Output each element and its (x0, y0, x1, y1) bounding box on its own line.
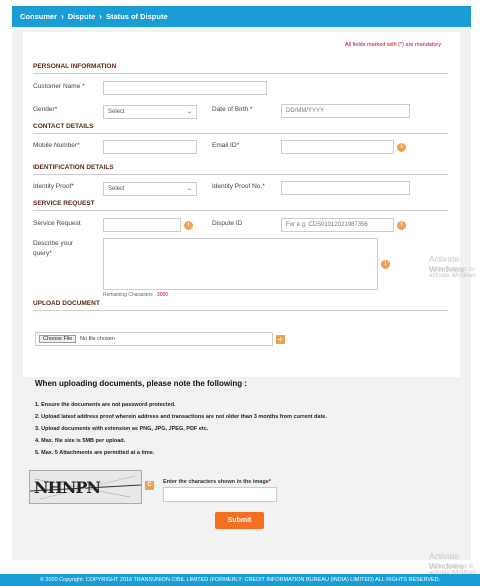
note-item: 5. Max. 5 Attachments are permitted at a… (35, 450, 155, 456)
chevron-down-icon: ⌄ (186, 186, 192, 192)
describe-query-textarea[interactable] (103, 238, 378, 290)
customer-name-label: Customer Name * (33, 83, 85, 90)
mobile-input[interactable] (103, 140, 197, 154)
file-status: No file chosen (80, 336, 115, 342)
captcha-label: Enter the characters shown in the image* (163, 479, 271, 485)
identity-proof-label: Identity Proof* (33, 183, 74, 190)
breadcrumb-consumer[interactable]: Consumer (20, 12, 57, 21)
email-input[interactable] (281, 140, 394, 154)
choose-file-button[interactable]: Choose File (39, 335, 77, 343)
dispute-id-label: Dispute ID (212, 220, 243, 227)
footer-copyright: © 2020 Copyright: COPYRIGHT 2016 TRANSUN… (0, 574, 480, 586)
dob-input[interactable]: DD/MM/YYYY (281, 104, 410, 118)
service-request-label: Service Request (33, 220, 81, 227)
upload-notes-heading: When uploading documents, please note th… (35, 379, 247, 388)
info-icon[interactable]: i (184, 221, 193, 230)
note-item: 4. Max. file size is 5MB per upload. (35, 438, 126, 444)
note-item: 3. Upload documents with extension as PN… (35, 426, 209, 432)
identity-proof-no-input[interactable] (281, 181, 410, 195)
remaining-characters: Remaining Characters : 3000 (103, 292, 169, 298)
gender-label: Gender* (33, 106, 58, 113)
breadcrumb: Consumer › Dispute › Status of Dispute (12, 6, 471, 27)
breadcrumb-dispute[interactable]: Dispute (68, 12, 96, 21)
identity-proof-no-label: Identity Proof No.* (212, 183, 265, 190)
service-request-input[interactable] (103, 218, 181, 232)
identity-proof-select[interactable]: Select ⌄ (103, 182, 197, 196)
chevron-down-icon: ⌄ (186, 109, 192, 115)
dob-label: Date of Birth * (212, 106, 253, 113)
note-item: 2. Upload latest address proof wherein a… (35, 414, 327, 420)
describe-query-label: Describe your query* (33, 240, 74, 257)
captcha-input[interactable] (163, 487, 277, 502)
info-icon[interactable]: i (397, 143, 406, 152)
email-label: Email ID* (212, 142, 240, 149)
breadcrumb-status: Status of Dispute (105, 12, 168, 21)
section-upload-document: UPLOAD DOCUMENT (33, 300, 448, 311)
submit-button[interactable]: Submit (215, 512, 264, 529)
mandatory-note: All fields marked with (*) are mandatory (345, 42, 441, 48)
refresh-captcha-icon[interactable]: C (145, 481, 154, 490)
chevron-right-icon: › (99, 12, 102, 21)
note-item: 1. Ensure the documents are not password… (35, 402, 176, 408)
file-input[interactable]: Choose File No file chosen (35, 332, 273, 346)
section-service-request: SERVICE REQUEST (33, 200, 448, 211)
activate-windows-sub: Go to Settings to activate Windows. (429, 267, 478, 279)
section-personal-information: PERSONAL INFORMATION (33, 63, 448, 74)
captcha-image: NHNPN (29, 470, 142, 504)
chevron-right-icon: › (61, 12, 64, 21)
section-contact-details: CONTACT DETAILS (33, 123, 448, 134)
add-file-icon[interactable]: + (276, 335, 285, 344)
gender-select[interactable]: Select ⌄ (103, 105, 197, 119)
info-icon[interactable]: i (397, 221, 406, 230)
dispute-id-input[interactable]: For e.g. CDS01012021987356 (281, 218, 394, 232)
captcha-text: NHNPN (34, 478, 101, 497)
section-identification-details: IDENTIFICATION DETAILS (33, 164, 448, 175)
customer-name-input[interactable] (103, 81, 267, 95)
mobile-label: Mobile Number* (33, 142, 80, 149)
info-icon[interactable]: i (381, 260, 390, 269)
